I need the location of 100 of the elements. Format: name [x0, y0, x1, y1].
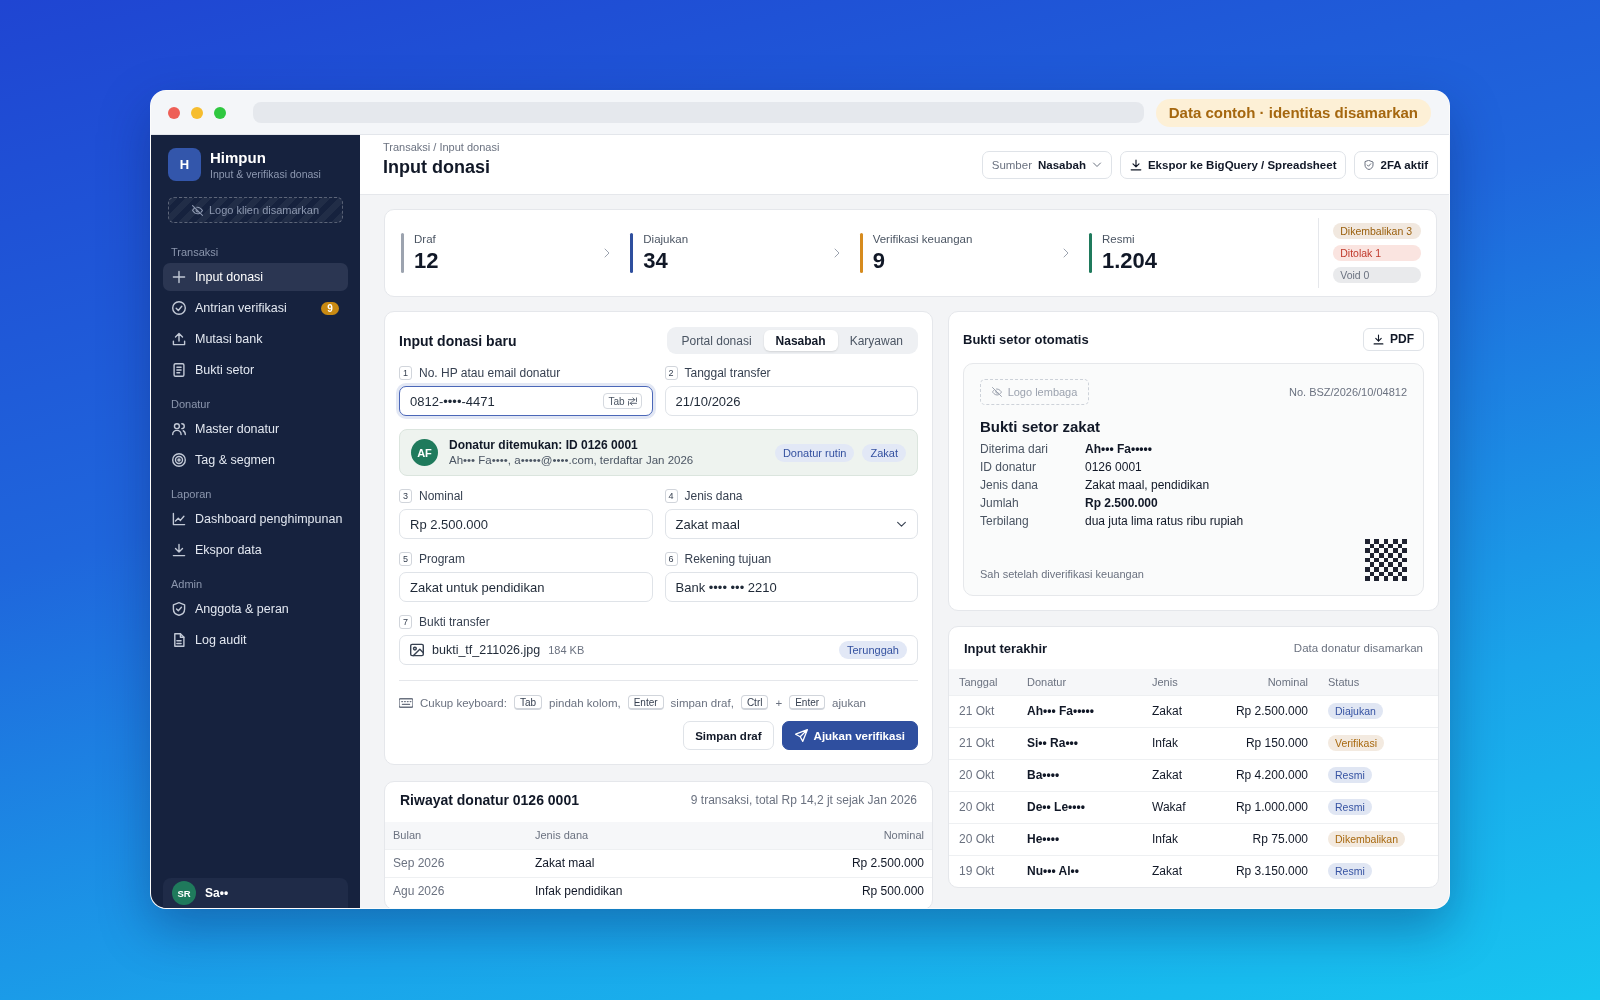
table-cell: 19 Okt	[949, 855, 1017, 887]
status-count-badge: Dikembalikan 3	[1333, 223, 1421, 239]
hint-text: simpan draf,	[670, 696, 734, 709]
table-cell: Zakat	[1142, 855, 1222, 887]
status-count-badge: Ditolak 1	[1333, 245, 1421, 261]
stat-value: 1.204	[1101, 248, 1157, 274]
table-cell: Rp 3.150.000	[1222, 855, 1318, 887]
dropdown-field[interactable]: Zakat maal	[664, 509, 918, 539]
table-cell: Infak	[1142, 727, 1222, 759]
table-cell: 21 Okt	[949, 727, 1017, 759]
send-icon	[794, 729, 808, 742]
step-number: 6	[664, 552, 678, 566]
sidebar-item[interactable]: Anggota & peran	[163, 595, 348, 623]
receipt-label: Jenis dana	[980, 477, 1040, 494]
check-circle-icon	[172, 301, 186, 315]
count-badge: 9	[321, 301, 339, 315]
step-number: 2	[664, 366, 678, 380]
source-tab[interactable]: Nasabah	[763, 330, 838, 351]
placeholder-text: Logo lembaga	[1007, 385, 1078, 398]
stat-label: Draf	[414, 232, 437, 246]
table-cell: Si•• Ra•••	[1017, 727, 1142, 759]
sidebar-item[interactable]: Bukti setor	[163, 356, 348, 384]
sidebar-item[interactable]: Mutasi bank	[163, 325, 348, 353]
app-logo: H	[168, 148, 201, 181]
field-label: Jenis dana	[684, 489, 743, 503]
users-icon	[172, 422, 186, 436]
upload-icon	[172, 332, 186, 346]
column-header: Tanggal	[949, 669, 1017, 695]
pdf-button[interactable]: PDF	[1363, 327, 1424, 351]
keyboard-icon	[399, 695, 413, 710]
target-icon	[172, 453, 186, 467]
receipt-label: Terbilang	[980, 513, 1030, 530]
placeholder-text: Logo klien disamarkan	[208, 204, 320, 216]
input-field[interactable]: Rp 2.500.000	[399, 509, 653, 539]
source-tab[interactable]: Karyawan	[837, 330, 915, 351]
receipt-value: dua juta lima ratus ribu rupiah	[1085, 513, 1245, 530]
step-number: 4	[664, 489, 678, 503]
export-button[interactable]: Ekspor ke BigQuery / Spreadsheet	[1119, 150, 1347, 179]
match-detail: Ah••• Fa••••, a•••••@••••.com, terdaftar Jan 2026	[449, 452, 694, 468]
user-name: Sa••	[205, 886, 229, 900]
card-title: Input terakhir	[964, 640, 1048, 656]
user-card[interactable]: SR Sa••	[163, 878, 348, 908]
table-cell: Infak pendidikan	[527, 877, 772, 905]
input-field[interactable]: 0812-••••-4471 Tab	[399, 386, 653, 416]
input-field[interactable]: 21/10/2026	[664, 386, 918, 416]
stat-value: 12	[414, 248, 439, 274]
stat-value: 9	[872, 248, 886, 274]
receipt-label: Jumlah	[980, 495, 1020, 512]
nav-section-label: Transaksi	[170, 245, 220, 259]
sidebar-item[interactable]: Antrian verifikasi 9	[163, 294, 348, 322]
receipt-label: ID donatur	[980, 459, 1038, 476]
key-cap: Enter	[789, 695, 826, 710]
two-factor-button[interactable]: 2FA aktif	[1354, 150, 1438, 179]
window-close-icon[interactable]	[168, 106, 180, 119]
save-draft-button[interactable]: Simpan draf	[683, 721, 774, 750]
table-cell: 20 Okt	[949, 791, 1017, 823]
qr-code-icon	[1365, 539, 1407, 581]
input-field[interactable]: Zakat untuk pendidikan	[399, 572, 653, 602]
table-cell: Rp 75.000	[1222, 823, 1318, 855]
file-name: bukti_tf_211026.jpg	[432, 643, 541, 657]
sidebar-item[interactable]: Master donatur	[163, 415, 348, 443]
page-title: Input donasi	[383, 156, 491, 178]
download-icon	[1373, 333, 1384, 345]
sidebar-item[interactable]: Input donasi	[163, 263, 348, 291]
shield-check-icon	[1364, 159, 1375, 170]
input-field[interactable]: Bank •••• ••• 2210	[664, 572, 918, 602]
sidebar-item[interactable]: Dashboard penghimpunan	[163, 505, 348, 533]
status-badge: Diajukan	[1328, 703, 1383, 719]
file-size: 184 KB	[548, 644, 586, 656]
column-header: Status	[1318, 669, 1438, 695]
hint-text: pindah kolom,	[549, 696, 621, 709]
sidebar-item[interactable]: Tag & segmen	[163, 446, 348, 474]
donor-tag: Donatur rutin	[774, 443, 855, 462]
stat-label: Diajukan	[643, 232, 689, 246]
window-minimize-icon[interactable]	[191, 106, 203, 119]
column-header: Donatur	[1017, 669, 1142, 695]
receipt-icon	[172, 363, 186, 377]
hint-text: ajukan	[832, 696, 866, 709]
column-header: Nominal	[1222, 669, 1318, 695]
donor-avatar: AF	[411, 439, 438, 466]
table-cell: Ah••• Fa•••••	[1017, 695, 1142, 727]
receipt-value: 0126 0001	[1085, 459, 1143, 476]
sidebar-item[interactable]: Log audit	[163, 626, 348, 654]
table-cell: Rp 2.500.000	[772, 849, 932, 877]
document-icon	[172, 633, 186, 647]
source-tab[interactable]: Portal donasi	[669, 330, 764, 351]
receipt-value: Rp 2.500.000	[1085, 495, 1159, 512]
table-cell: Infak	[1142, 823, 1222, 855]
sidebar-item[interactable]: Ekspor data	[163, 536, 348, 564]
donor-tag: Zakat	[862, 443, 906, 462]
table-cell: Rp 500.000	[772, 877, 932, 905]
submit-button[interactable]: Ajukan verifikasi	[781, 721, 918, 750]
image-icon	[410, 643, 424, 657]
chevron-down-icon	[1091, 159, 1102, 170]
stat-value: 34	[643, 248, 669, 274]
source-dropdown[interactable]: Sumber Nasabah	[981, 150, 1112, 179]
file-upload-field[interactable]: bukti_tf_211026.jpg 184 KB Terunggah	[399, 635, 918, 665]
window-maximize-icon[interactable]	[214, 106, 226, 119]
match-title: Donatur ditemukan: ID 0126 0001	[449, 437, 639, 453]
plus-icon	[172, 270, 186, 284]
